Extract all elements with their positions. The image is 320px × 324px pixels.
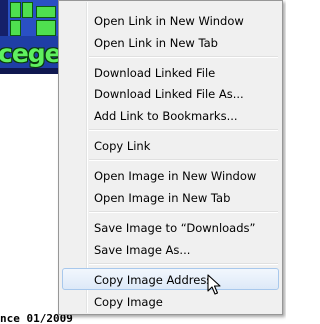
menu-item-label: Download Linked File [94,66,216,80]
logo-block [36,6,56,18]
menu-item-label: Open Link in New Tab [94,36,218,50]
menu-item-download-linked-file-as[interactable]: Download Linked File As... [62,82,279,104]
menu-item-open-image-new-tab[interactable]: Open Image in New Tab [62,186,279,208]
screen: cege nce 01/2009 Open Link in New Window… [0,0,286,324]
logo-block [10,2,21,18]
menu-separator [89,211,278,213]
menu-item-label: Save Image to “Downloads” [94,221,256,235]
menu-separator [89,159,278,161]
menu-item-label: Download Linked File As... [94,87,244,101]
logo-strip [0,68,60,74]
menu-item-label: Save Image As... [94,243,191,257]
logo-shadow [0,0,8,36]
menu-item-download-linked-file[interactable]: Download Linked File [62,61,279,83]
menu-item-open-link-new-window[interactable]: Open Link in New Window [62,9,279,31]
menu-separator [89,263,278,265]
menu-item-save-image-to-downloads[interactable]: Save Image to “Downloads” [62,216,279,238]
menu-item-label: Copy Image [94,295,163,309]
logo-block [22,2,33,18]
menu-item-copy-link[interactable]: Copy Link [62,134,279,156]
menu-item-add-link-to-bookmarks[interactable]: Add Link to Bookmarks... [62,104,279,126]
menu-item-label: Open Link in New Window [94,14,244,28]
menu-item-open-link-new-tab[interactable]: Open Link in New Tab [62,31,279,53]
menu-item-label: Copy Link [94,139,151,153]
site-logo[interactable]: cege [0,0,60,74]
menu-item-label: Copy Image Address [94,273,213,287]
menu-item-label: Open Image in New Window [94,169,257,183]
menu-item-save-image-as[interactable]: Save Image As... [62,238,279,260]
menu-item-copy-image-address[interactable]: Copy Image Address [62,268,279,290]
menu-item-label: Add Link to Bookmarks... [94,109,238,123]
logo-block [36,20,56,36]
menu-item-label: Open Image in New Tab [94,191,231,205]
menu-separator [89,129,278,131]
menu-item-open-image-new-window[interactable]: Open Image in New Window [62,164,279,186]
logo-block [10,20,21,36]
menu-item-copy-image[interactable]: Copy Image [62,290,279,312]
menu-separator [89,56,278,58]
context-menu: Open Link in New Window Open Link in New… [58,0,283,315]
arrow-cursor-icon [207,274,221,295]
logo-text: cege [0,39,60,68]
